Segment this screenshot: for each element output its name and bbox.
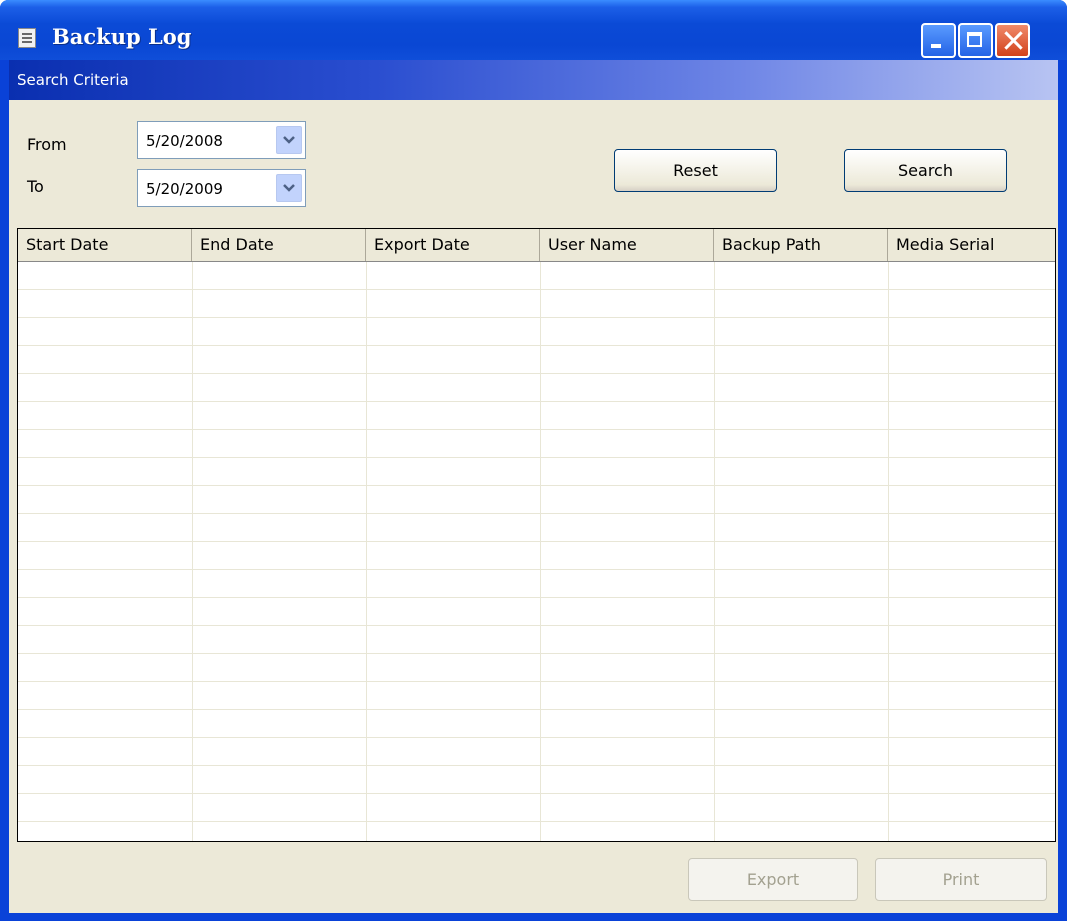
table-row[interactable] [18,822,1055,841]
column-header-end-date[interactable]: End Date [192,229,366,261]
table-row[interactable] [18,318,1055,346]
table-row[interactable] [18,514,1055,542]
column-divider [888,262,889,841]
table-row[interactable] [18,570,1055,598]
table-row[interactable] [18,766,1055,794]
table-row[interactable] [18,430,1055,458]
table-row[interactable] [18,262,1055,290]
table-row[interactable] [18,598,1055,626]
column-divider [714,262,715,841]
column-header-media-serial[interactable]: Media Serial [888,229,1055,261]
maximize-button[interactable] [958,23,993,58]
grid-header: Start Date End Date Export Date User Nam… [18,229,1055,262]
column-divider [192,262,193,841]
chevron-down-icon[interactable] [276,174,302,202]
from-date-value: 5/20/2008 [146,132,223,150]
table-row[interactable] [18,402,1055,430]
backup-log-window: Backup Log Search Criteria From 5/20/200… [0,0,1067,921]
table-row[interactable] [18,682,1055,710]
table-row[interactable] [18,374,1055,402]
column-header-user-name[interactable]: User Name [540,229,714,261]
table-row[interactable] [18,710,1055,738]
table-row[interactable] [18,654,1055,682]
column-header-export-date[interactable]: Export Date [366,229,540,261]
search-button[interactable]: Search [844,149,1007,192]
export-button[interactable]: Export [688,858,858,901]
log-icon [18,28,36,48]
chevron-down-icon[interactable] [276,126,302,154]
from-date-picker[interactable]: 5/20/2008 [137,121,306,159]
minimize-button[interactable] [921,23,956,58]
table-row[interactable] [18,542,1055,570]
table-row[interactable] [18,794,1055,822]
column-header-backup-path[interactable]: Backup Path [714,229,888,261]
table-row[interactable] [18,486,1055,514]
table-row[interactable] [18,738,1055,766]
to-label: To [27,177,44,196]
client-area: Search Criteria From 5/20/2008 To 5/20/2… [9,60,1058,913]
reset-button[interactable]: Reset [614,149,777,192]
title-bar[interactable]: Backup Log [0,0,1067,60]
close-button[interactable] [995,23,1030,58]
table-row[interactable] [18,626,1055,654]
search-criteria-header: Search Criteria [9,60,1058,100]
to-date-picker[interactable]: 5/20/2009 [137,169,306,207]
table-row[interactable] [18,290,1055,318]
backup-log-grid[interactable]: Start Date End Date Export Date User Nam… [17,228,1056,842]
table-row[interactable] [18,458,1055,486]
column-header-start-date[interactable]: Start Date [18,229,192,261]
window-title: Backup Log [52,24,192,49]
column-divider [366,262,367,841]
to-date-value: 5/20/2009 [146,180,223,198]
from-label: From [27,135,67,154]
print-button[interactable]: Print [875,858,1047,901]
column-divider [540,262,541,841]
table-row[interactable] [18,346,1055,374]
